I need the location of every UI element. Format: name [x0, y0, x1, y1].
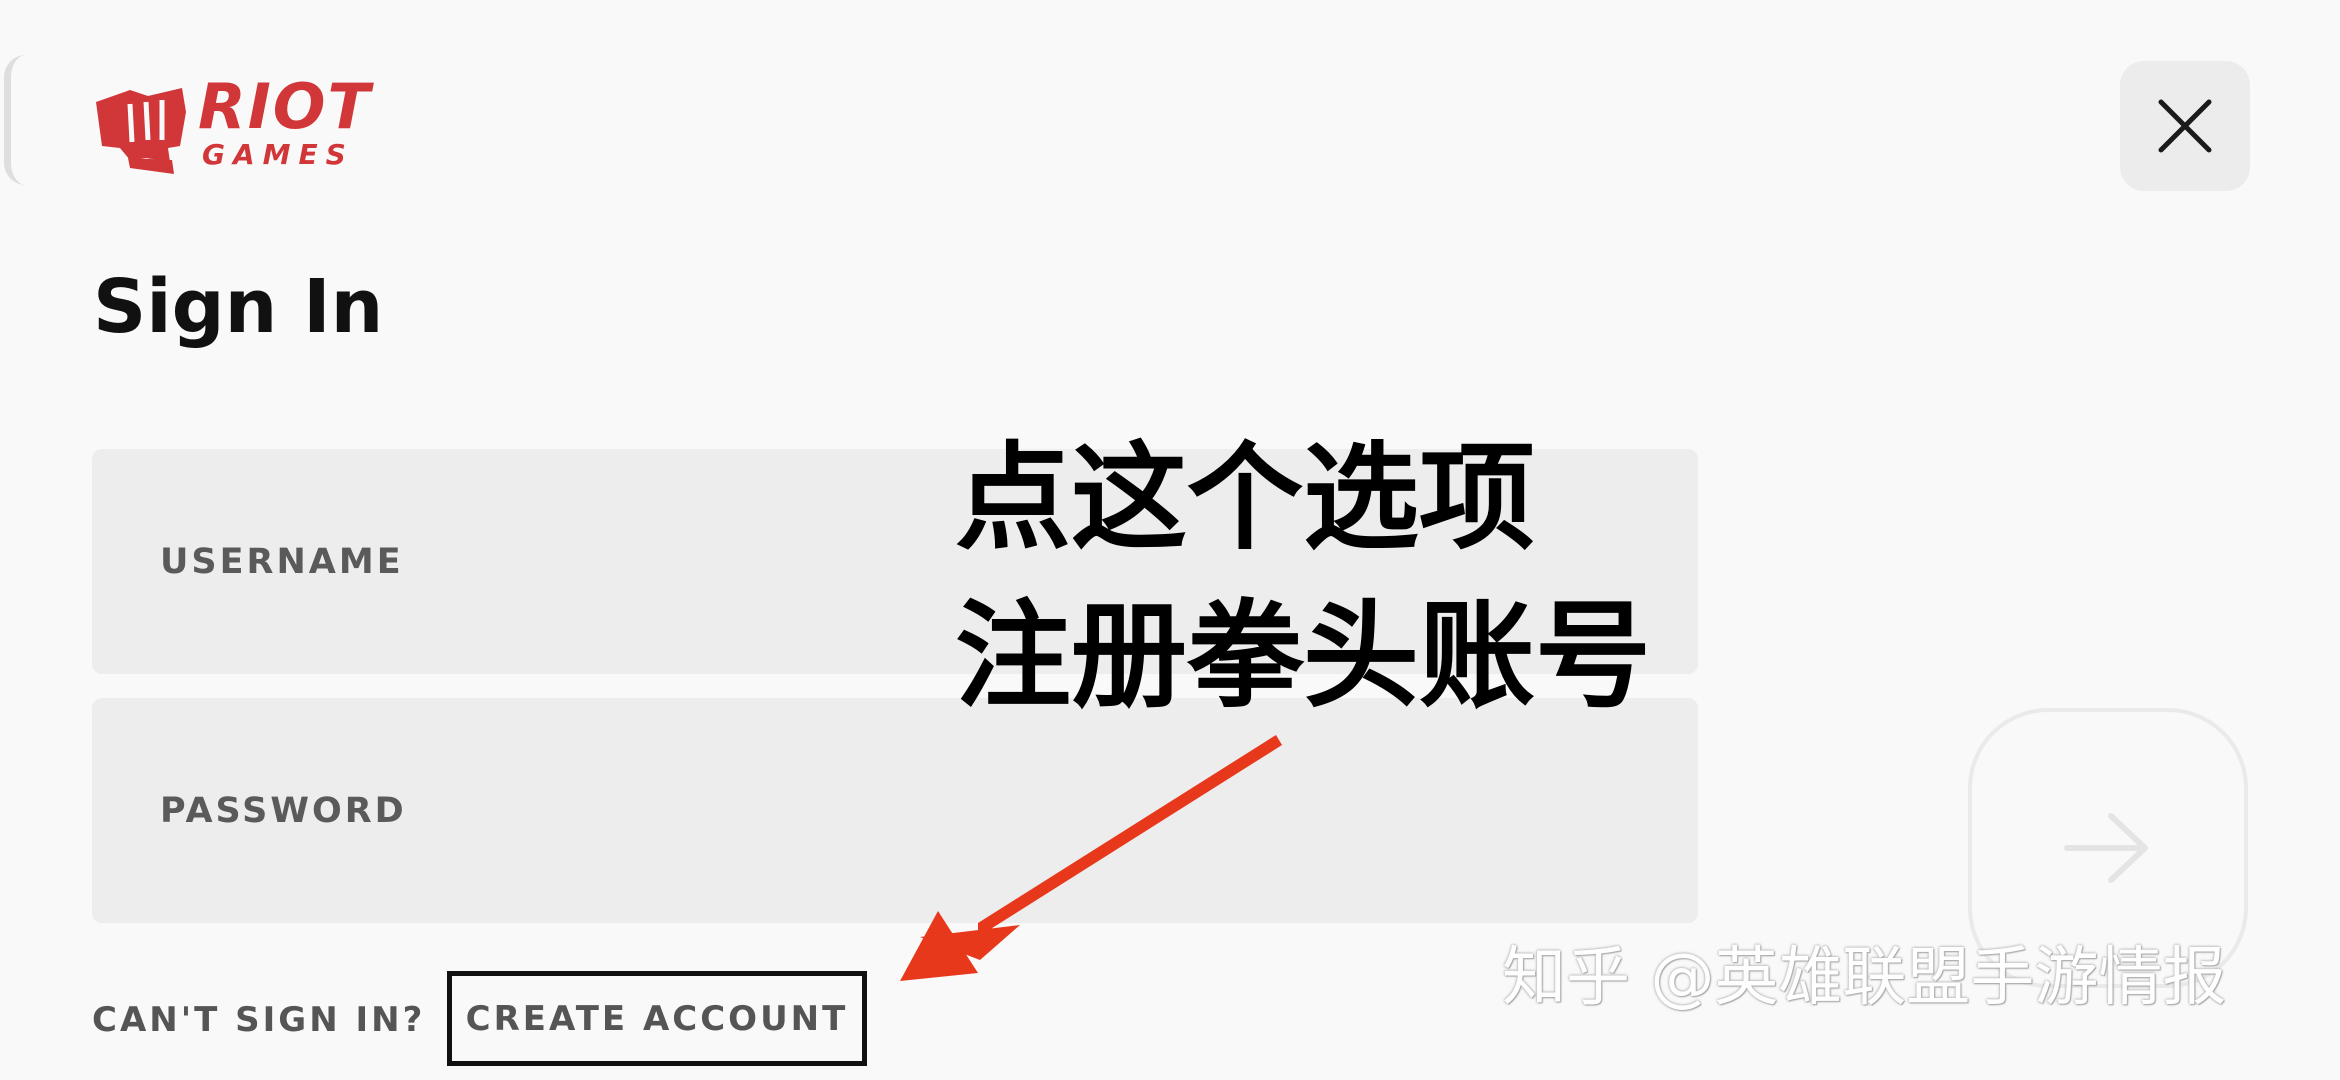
create-account-link[interactable]: CREATE ACCOUNT: [447, 971, 867, 1066]
fist-icon: [96, 88, 186, 174]
close-button[interactable]: [2120, 61, 2250, 191]
annotation-line-2: 注册拳头账号: [955, 589, 1651, 724]
annotation-line-1: 点这个选项: [955, 431, 1535, 566]
arrow-right-icon: [2064, 813, 2148, 883]
annotation-text: 点这个选项 注册拳头账号: [955, 420, 1651, 736]
watermark: 知乎 @英雄联盟手游情报: [1502, 941, 2227, 1015]
password-label: PASSWORD: [160, 791, 407, 831]
logo-wordmark-games: GAMES: [202, 138, 354, 171]
username-label: USERNAME: [160, 542, 404, 582]
create-account-label: CREATE ACCOUNT: [465, 998, 849, 1039]
logo-wordmark-riot: RIOT: [198, 70, 372, 143]
page-title: Sign In: [93, 264, 384, 350]
annotation-arrow-icon: [900, 735, 1282, 981]
close-icon: [2158, 99, 2212, 153]
riot-games-logo: RIOT GAMES: [90, 74, 390, 174]
cant-sign-in-link[interactable]: CAN'T SIGN IN?: [92, 1003, 425, 1037]
edge-arc: [4, 55, 37, 185]
